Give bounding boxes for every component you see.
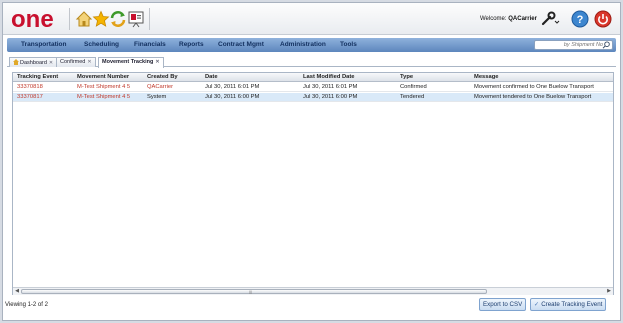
main-nav: Transportation Scheduling Financials Rep… [7, 38, 616, 52]
created-by-cell[interactable]: QACarrier [147, 84, 173, 90]
horizontal-scrollbar[interactable]: ◀ ||| ▶ [13, 287, 613, 295]
export-to-csv-label: Export to CSV [483, 301, 523, 308]
tracking-grid: Tracking Event Movement Number Created B… [12, 72, 614, 295]
column-header-date[interactable]: Date [205, 74, 218, 80]
close-icon[interactable]: ✕ [155, 59, 159, 65]
message-cell: Movement confirmed to One Buelow Transpo… [474, 84, 594, 90]
header-divider [149, 8, 150, 30]
tracking-event-link[interactable]: 33370817 [17, 94, 43, 100]
table-row[interactable]: 33370818 M-Test Shipment 4 5 QACarrier J… [13, 83, 613, 92]
created-by-cell: System [147, 94, 167, 100]
create-tracking-event-label: Create Tracking Event [541, 301, 603, 308]
nav-financials[interactable]: Financials [134, 41, 166, 48]
column-header-message[interactable]: Message [474, 74, 499, 80]
refresh-icon[interactable] [109, 10, 127, 28]
nav-contract-mgmt[interactable]: Contract Mgmt [218, 41, 264, 48]
movement-number-link[interactable]: M-Test Shipment 4 5 [77, 94, 130, 100]
app-window: one Welcome: QACarrier ? Transportation … [2, 2, 621, 321]
logout-power-icon[interactable] [594, 10, 612, 28]
column-header-movement-number[interactable]: Movement Number [77, 74, 129, 80]
header-divider [69, 8, 70, 30]
nav-transportation[interactable]: Transportation [21, 41, 67, 48]
create-tracking-event-button[interactable]: ✓ Create Tracking Event [530, 298, 607, 311]
tab-dashboard-label: Dashboard [20, 60, 47, 66]
column-header-tracking-event[interactable]: Tracking Event [17, 74, 58, 80]
welcome-prefix: Welcome: [480, 16, 509, 22]
tab-movement-tracking[interactable]: Movement Tracking ✕ [98, 57, 164, 68]
tab-confirmed-label: Confirmed [60, 59, 86, 65]
export-to-csv-button[interactable]: Export to CSV [479, 298, 527, 311]
help-icon[interactable]: ? [571, 10, 589, 28]
column-header-type[interactable]: Type [400, 74, 413, 80]
favorites-star-icon[interactable] [92, 10, 110, 28]
tracking-event-link[interactable]: 33370818 [17, 84, 43, 90]
scroll-right-arrow-icon[interactable]: ▶ [605, 288, 613, 295]
shipment-search-box [534, 40, 613, 50]
presentation-icon[interactable] [127, 10, 145, 28]
app-header: one Welcome: QACarrier ? [3, 3, 620, 35]
grid-footer: Viewing 1-2 of 2 Export to CSV ✓ Create T… [5, 298, 618, 315]
last-modified-date-cell: Jul 30, 2011 6:01 PM [303, 84, 358, 90]
type-cell: Confirmed [400, 84, 427, 90]
scroll-left-arrow-icon[interactable]: ◀ [13, 288, 21, 295]
tab-bar: Dashboard ✕ Confirmed ✕ Movement Tracking ✕ [7, 56, 616, 68]
checkmark-icon: ✓ [534, 301, 540, 308]
nav-scheduling[interactable]: Scheduling [84, 41, 119, 48]
home-icon[interactable] [75, 10, 93, 28]
welcome-message: Welcome: QACarrier [480, 16, 537, 22]
one-logo[interactable]: one [9, 6, 63, 32]
scrollbar-thumb[interactable]: ||| [21, 289, 487, 294]
message-cell: Movement tendered to One Buelow Transpor… [474, 94, 592, 100]
dashboard-home-icon [13, 59, 19, 65]
nav-reports[interactable]: Reports [179, 41, 204, 48]
date-cell: Jul 30, 2011 6:01 PM [205, 84, 260, 90]
column-header-created-by[interactable]: Created By [147, 74, 178, 80]
nav-tools[interactable]: Tools [340, 41, 357, 48]
scrollbar-grip-icon: ||| [249, 289, 253, 294]
table-row[interactable]: 33370817 M-Test Shipment 4 5 System Jul … [13, 93, 613, 102]
search-icon[interactable] [602, 41, 611, 49]
last-modified-date-cell: Jul 30, 2011 6:00 PM [303, 94, 358, 100]
tab-dashboard[interactable]: Dashboard ✕ [9, 57, 58, 67]
paging-status: Viewing 1-2 of 2 [5, 302, 48, 308]
user-name[interactable]: QACarrier [508, 16, 537, 22]
grid-header-row: Tracking Event Movement Number Created B… [13, 73, 613, 82]
close-icon[interactable]: ✕ [49, 60, 53, 66]
movement-number-link[interactable]: M-Test Shipment 4 5 [77, 84, 130, 90]
close-icon[interactable]: ✕ [87, 59, 91, 65]
svg-text:?: ? [577, 14, 584, 26]
settings-wrench-icon[interactable] [540, 11, 560, 27]
date-cell: Jul 30, 2011 6:00 PM [205, 94, 260, 100]
type-cell: Tendered [400, 94, 425, 100]
column-header-last-modified-date[interactable]: Last Modified Date [303, 74, 355, 80]
nav-administration[interactable]: Administration [280, 41, 326, 48]
shipment-search-input[interactable] [537, 41, 603, 49]
tab-movement-tracking-label: Movement Tracking [102, 59, 154, 65]
tab-confirmed[interactable]: Confirmed ✕ [56, 57, 96, 67]
logo-text: one [11, 6, 54, 32]
